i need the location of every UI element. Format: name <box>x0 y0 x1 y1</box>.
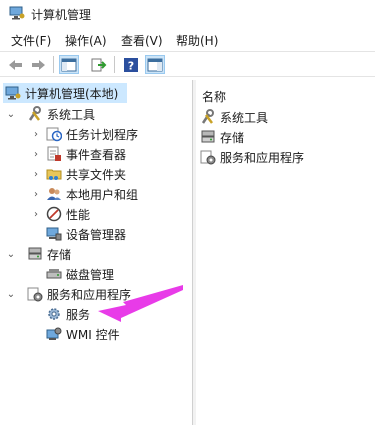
menu-bar: 文件(F) 操作(A) 查看(V) 帮助(H) <box>0 28 375 50</box>
wmi-icon <box>46 326 62 342</box>
shared-folder-icon <box>46 166 62 182</box>
tools-icon <box>27 106 43 122</box>
tree-item-event-viewer[interactable]: › 事件查看器 <box>30 144 126 164</box>
show-hide-action-pane-icon[interactable] <box>145 55 165 74</box>
window-title: 计算机管理 <box>31 8 92 22</box>
tree-item-system-tools[interactable]: ⌄ 系统工具 <box>5 104 95 124</box>
device-manager-icon <box>46 226 62 242</box>
computer-management-icon <box>9 6 25 20</box>
computer-management-icon <box>5 85 21 101</box>
tree-item-shared-folders[interactable]: › 共享文件夹 <box>30 164 126 184</box>
menu-view[interactable]: 查看(V) <box>121 32 163 49</box>
tree-item-device-manager[interactable]: 设备管理器 <box>46 224 126 244</box>
list-item-label: 系统工具 <box>220 110 269 125</box>
svg-text:?: ? <box>128 59 134 72</box>
list-item[interactable]: 系统工具 <box>200 108 268 126</box>
tree-item-label: 共享文件夹 <box>66 167 127 182</box>
list-item[interactable]: 服务和应用程序 <box>200 148 304 166</box>
tree-item-storage[interactable]: ⌄ 存储 <box>5 244 71 264</box>
menu-file[interactable]: 文件(F) <box>11 32 51 49</box>
tree-item-disk-management[interactable]: 磁盘管理 <box>46 264 114 284</box>
tree-item-label: 事件查看器 <box>66 147 127 162</box>
back-arrow-icon[interactable] <box>6 55 26 74</box>
chevron-right-icon[interactable]: › <box>30 148 42 160</box>
tree-item-local-users[interactable]: › 本地用户和组 <box>30 184 138 204</box>
tree-item-label: 设备管理器 <box>66 227 127 242</box>
tree-item-label: 本地用户和组 <box>66 187 139 202</box>
chevron-right-icon[interactable]: › <box>30 168 42 180</box>
tree-item-wmi[interactable]: WMI 控件 <box>46 324 120 344</box>
services-apps-icon <box>200 149 216 165</box>
toolbar-separator <box>53 56 54 73</box>
show-hide-console-tree-icon[interactable] <box>59 55 79 74</box>
chevron-down-icon[interactable]: ⌄ <box>5 248 17 260</box>
disk-icon <box>46 266 62 282</box>
chevron-down-icon[interactable]: ⌄ <box>5 108 17 120</box>
chevron-down-icon[interactable]: ⌄ <box>5 288 17 300</box>
column-header-name[interactable]: 名称 <box>202 88 226 105</box>
event-log-icon <box>46 146 62 162</box>
chevron-right-icon[interactable]: › <box>30 208 42 220</box>
console-tree[interactable]: 计算机管理(本地) ⌄ 系统工具 › 任务计划程序 › 事件查看器 › 共享文件… <box>0 80 193 425</box>
export-list-icon[interactable] <box>89 55 109 74</box>
chevron-right-icon[interactable]: › <box>30 188 42 200</box>
storage-icon <box>27 246 43 262</box>
toolbar-separator <box>114 56 115 73</box>
tree-item-services[interactable]: 服务 <box>46 304 90 324</box>
tree-item-root[interactable]: 计算机管理(本地) <box>3 83 127 103</box>
tree-item-task-scheduler[interactable]: › 任务计划程序 <box>30 124 138 144</box>
tree-item-label: 服务和应用程序 <box>47 287 132 302</box>
tree-item-performance[interactable]: › 性能 <box>30 204 90 224</box>
users-icon <box>46 186 62 202</box>
gear-icon <box>46 306 62 322</box>
tree-item-label: 任务计划程序 <box>66 127 139 142</box>
tree-item-label: WMI 控件 <box>66 327 120 342</box>
details-pane: 名称 系统工具 存储 服务和应用程序 <box>196 80 375 425</box>
tree-item-label: 存储 <box>47 247 72 262</box>
title-bar: 计算机管理 <box>0 0 375 28</box>
tree-item-label: 计算机管理(本地) <box>25 86 119 101</box>
storage-icon <box>200 129 216 145</box>
chevron-right-icon[interactable]: › <box>30 128 42 140</box>
tree-item-label: 磁盘管理 <box>66 267 115 282</box>
clock-icon <box>46 126 62 142</box>
performance-icon <box>46 206 62 222</box>
tree-item-label: 服务 <box>66 307 91 322</box>
forward-arrow-icon[interactable] <box>28 55 48 74</box>
list-item-label: 服务和应用程序 <box>220 150 305 165</box>
menu-action[interactable]: 操作(A) <box>65 32 107 49</box>
tree-item-label: 系统工具 <box>47 107 96 122</box>
menu-help[interactable]: 帮助(H) <box>176 32 218 49</box>
list-item[interactable]: 存储 <box>200 128 244 146</box>
tree-item-services-apps[interactable]: ⌄ 服务和应用程序 <box>5 284 131 304</box>
tree-item-label: 性能 <box>66 207 91 222</box>
services-apps-icon <box>27 286 43 302</box>
toolbar: ? <box>0 51 375 77</box>
list-item-label: 存储 <box>220 130 245 145</box>
tools-icon <box>200 109 216 125</box>
help-icon[interactable]: ? <box>121 55 141 74</box>
